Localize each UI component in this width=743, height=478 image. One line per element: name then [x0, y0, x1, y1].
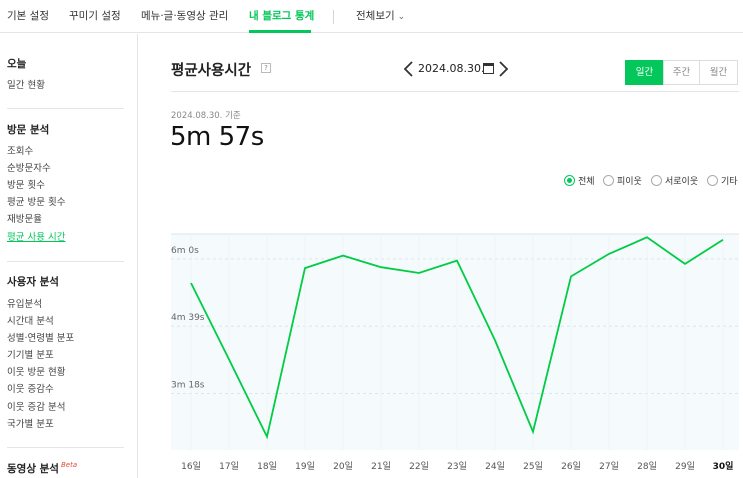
sidebar-item-unique-visitors[interactable]: 순방문자수: [7, 160, 51, 174]
usage-time-chart: 6m 0s 4m 39s 3m 18s 16일 17일 18일 19일 20일 21일 22일 2…: [171, 233, 739, 472]
beta-badge: Beta: [60, 461, 78, 469]
x-tick-label: 23일: [447, 461, 467, 472]
sidebar-item-views[interactable]: 조회수: [7, 143, 33, 157]
x-tick-label: 25일: [523, 461, 543, 472]
sidebar-item-daily-status[interactable]: 일간 현황: [7, 77, 45, 91]
y-tick-label: 4m 39s: [171, 313, 205, 323]
y-tick-label: 3m 18s: [171, 381, 205, 391]
sidebar-section-video-label: 동영상 분석: [7, 463, 59, 475]
x-tick-label: 29일: [675, 461, 695, 472]
sidebar-item-device[interactable]: 기기별 분포: [7, 347, 54, 361]
y-tick-label: 6m 0s: [171, 246, 199, 256]
sidebar-divider: [7, 447, 124, 448]
x-tick-label: 21일: [371, 461, 391, 472]
x-tick-label: 22일: [409, 461, 429, 472]
sidebar-section-visit: 방문 분석: [7, 124, 50, 136]
chevron-down-icon: ⌄: [397, 12, 406, 22]
x-tick-label: 20일: [333, 461, 353, 472]
sidebar-section-user: 사용자 분석: [7, 276, 59, 288]
x-tick-label: 24일: [485, 461, 505, 472]
sidebar-item-visit-count[interactable]: 방문 횟수: [7, 177, 45, 191]
sidebar-item-gender-age[interactable]: 성별·연령별 분포: [7, 330, 74, 344]
x-tick-label: 26일: [561, 461, 581, 472]
sidebar: 오늘 일간 현황 방문 분석 조회수 순방문자수 방문 횟수 평균 방문 횟수 …: [0, 34, 138, 478]
sidebar-section-video: 동영상 분석 Beta: [7, 461, 77, 476]
sidebar-divider: [7, 108, 124, 109]
nav-basic-settings[interactable]: 기본 설정: [7, 0, 49, 33]
x-tick-label: 27일: [599, 461, 619, 472]
nav-view-all-label: 전체보기: [356, 10, 395, 22]
x-axis-labels: 16일 17일 18일 19일 20일 21일 22일 23일 24일 25일 26일 27일 28일 2…: [181, 460, 733, 472]
x-tick-label: 17일: [219, 461, 239, 472]
nav-view-all[interactable]: 전체보기 ⌄: [356, 0, 405, 33]
sidebar-item-avg-usage-time[interactable]: 평균 사용 시간: [7, 229, 65, 243]
main-content: 평균사용시간 ? 2024.08.30. 일간 주간 월간 2024.08.30…: [139, 34, 743, 478]
x-tick-label: 16일: [181, 461, 201, 472]
top-nav: 기본 설정 꾸미기 설정 메뉴·글·동영상 관리 내 블로그 통계 전체보기 ⌄: [0, 0, 743, 33]
sidebar-divider: [7, 261, 124, 262]
x-tick-label: 18일: [257, 461, 277, 472]
nav-content-management[interactable]: 메뉴·글·동영상 관리: [141, 0, 228, 33]
sidebar-section-today: 오늘: [7, 58, 27, 70]
sidebar-item-revisit-rate[interactable]: 재방문율: [7, 211, 42, 225]
nav-divider: [333, 10, 334, 24]
sidebar-item-avg-visit-count[interactable]: 평균 방문 횟수: [7, 194, 65, 208]
nav-decorate-settings[interactable]: 꾸미기 설정: [69, 0, 121, 33]
sidebar-item-neighbor-visits[interactable]: 이웃 방문 현황: [7, 364, 65, 378]
x-tick-label: 19일: [295, 461, 315, 472]
sidebar-item-neighbor-analysis[interactable]: 이웃 증감 분석: [7, 399, 65, 413]
nav-blog-stats[interactable]: 내 블로그 통계: [249, 0, 314, 33]
sidebar-item-time-analysis[interactable]: 시간대 분석: [7, 313, 54, 327]
active-tab-indicator: [249, 30, 311, 33]
sidebar-item-country[interactable]: 국가별 분포: [7, 416, 54, 430]
sidebar-item-neighbor-change[interactable]: 이웃 증감수: [7, 381, 54, 395]
sidebar-item-inflow[interactable]: 유입분석: [7, 296, 42, 310]
x-tick-label: 30일: [713, 460, 734, 472]
plot-area: [171, 234, 739, 450]
x-tick-label: 28일: [637, 461, 657, 472]
